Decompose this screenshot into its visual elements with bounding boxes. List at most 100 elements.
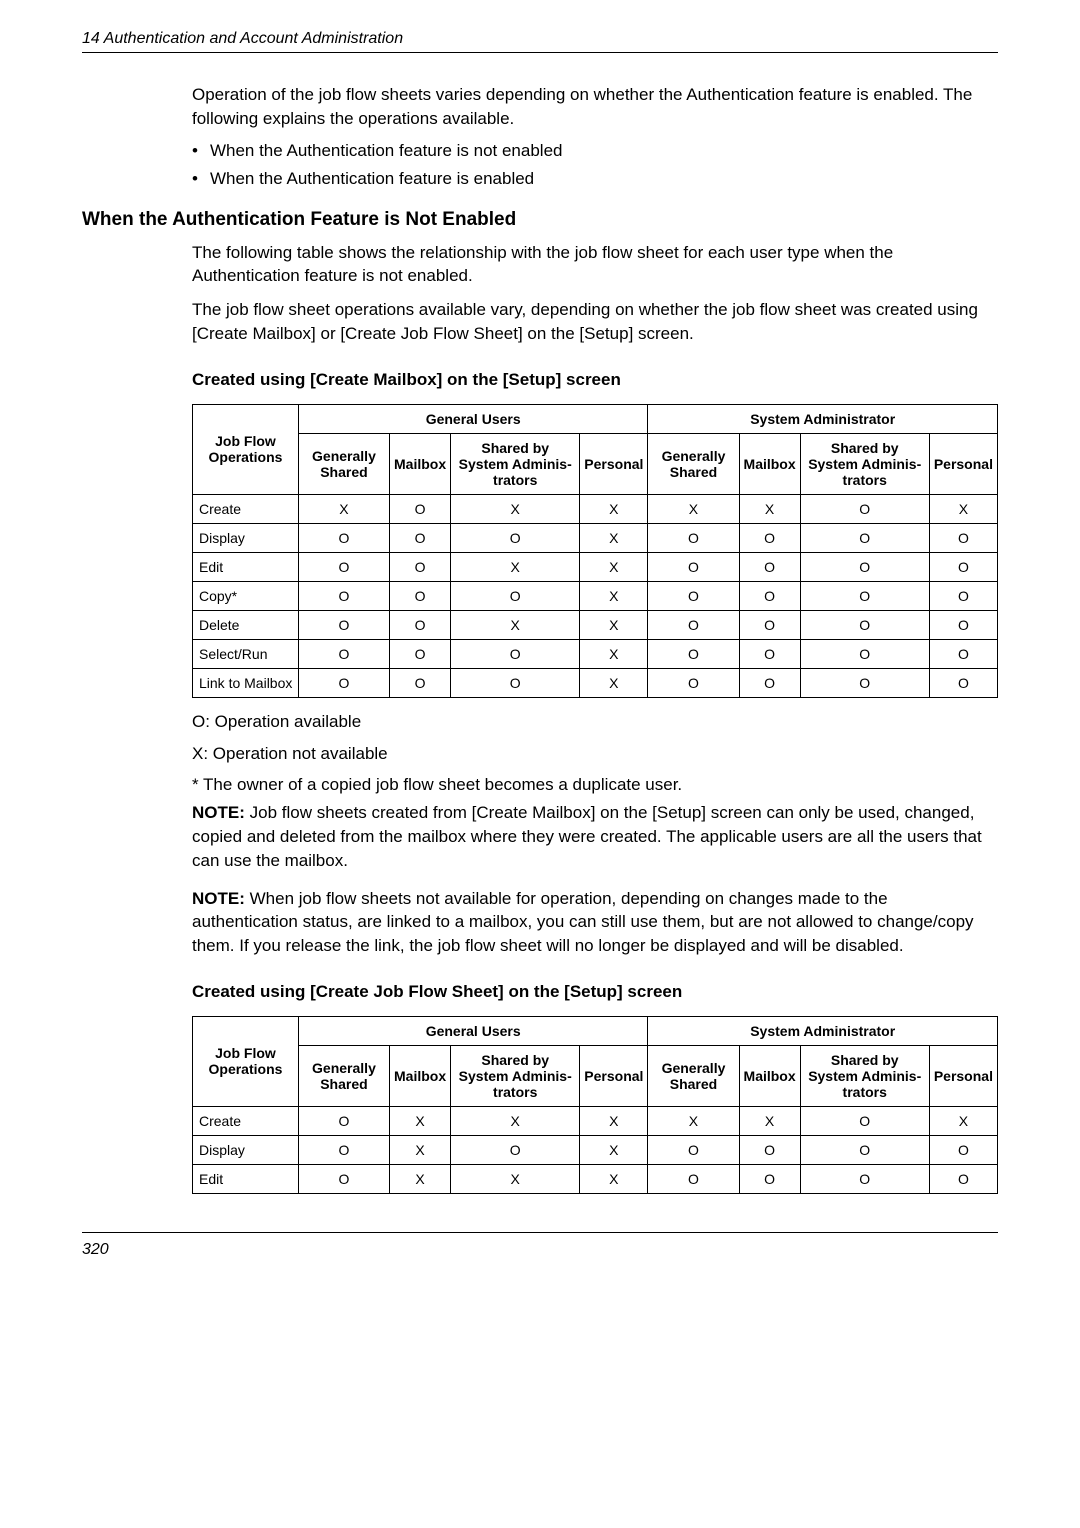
table-header: Generally Shared — [648, 433, 739, 494]
table-cell: O — [451, 581, 580, 610]
table-header: Personal — [580, 1045, 648, 1106]
page-number: 320 — [82, 1241, 109, 1258]
table-header: Generally Shared — [298, 1045, 389, 1106]
table-row: EditOXXXOOOO — [193, 1164, 998, 1193]
table-cell: O — [739, 552, 800, 581]
table-cell: O — [929, 523, 997, 552]
table-header: Shared by System Adminis-trators — [800, 1045, 929, 1106]
row-label: Select/Run — [193, 639, 299, 668]
row-label: Edit — [193, 1164, 299, 1193]
table-cell: X — [580, 552, 648, 581]
note-body: When job flow sheets not available for o… — [192, 889, 974, 956]
table-cell: X — [451, 610, 580, 639]
table-cell: X — [648, 1106, 739, 1135]
row-label: Create — [193, 1106, 299, 1135]
table-cell: X — [739, 1106, 800, 1135]
table-cell: O — [648, 552, 739, 581]
subsection-heading-create-mailbox: Created using [Create Mailbox] on the [S… — [192, 370, 998, 390]
table-cell: O — [298, 581, 389, 610]
table-row: DeleteOOXXOOOO — [193, 610, 998, 639]
table-create-job-flow-sheet: Job Flow Operations General Users System… — [192, 1016, 998, 1194]
legend-not-available: X: Operation not available — [192, 742, 998, 766]
table-header: Job Flow Operations — [193, 404, 299, 494]
row-label: Display — [193, 523, 299, 552]
table-cell: O — [298, 610, 389, 639]
table-cell: O — [390, 494, 451, 523]
table-cell: O — [390, 581, 451, 610]
row-label: Delete — [193, 610, 299, 639]
table-cell: O — [739, 581, 800, 610]
table-cell: O — [451, 639, 580, 668]
legend-footnote: * The owner of a copied job flow sheet b… — [192, 773, 998, 797]
table-cell: X — [648, 494, 739, 523]
table-header: System Administrator — [648, 404, 998, 433]
table-header: System Administrator — [648, 1016, 998, 1045]
table-header: Personal — [580, 433, 648, 494]
table-cell: X — [580, 639, 648, 668]
table-header: Shared by System Adminis-trators — [451, 433, 580, 494]
table-cell: O — [648, 523, 739, 552]
table-cell: O — [739, 1135, 800, 1164]
table-cell: X — [580, 523, 648, 552]
table-row: Copy*OOOXOOOO — [193, 581, 998, 610]
table-cell: O — [648, 639, 739, 668]
table-cell: O — [739, 523, 800, 552]
table-cell: O — [800, 1106, 929, 1135]
table-cell: O — [390, 552, 451, 581]
note-body: Job flow sheets created from [Create Mai… — [192, 803, 982, 870]
table-cell: X — [451, 494, 580, 523]
table-header: General Users — [298, 1016, 648, 1045]
table-cell: X — [739, 494, 800, 523]
table-header: Shared by System Adminis-trators — [800, 433, 929, 494]
table-cell: O — [800, 610, 929, 639]
table-cell: O — [929, 581, 997, 610]
table-cell: X — [451, 1164, 580, 1193]
table-cell: O — [648, 581, 739, 610]
table-cell: O — [298, 523, 389, 552]
intro-bullet-list: When the Authentication feature is not e… — [192, 141, 998, 189]
table-cell: O — [648, 1135, 739, 1164]
table-header: Personal — [929, 433, 997, 494]
table-cell: O — [739, 639, 800, 668]
table-row: CreateOXXXXXOX — [193, 1106, 998, 1135]
table-cell: O — [390, 668, 451, 697]
table-cell: O — [648, 668, 739, 697]
table-cell: X — [390, 1106, 451, 1135]
table-cell: X — [580, 610, 648, 639]
table-cell: X — [929, 1106, 997, 1135]
table-cell: O — [451, 668, 580, 697]
subsection-heading-create-job-flow-sheet: Created using [Create Job Flow Sheet] on… — [192, 982, 998, 1002]
table-cell: O — [390, 610, 451, 639]
table-row: DisplayOXOXOOOO — [193, 1135, 998, 1164]
table-cell: O — [298, 1106, 389, 1135]
section-heading-not-enabled: When the Authentication Feature is Not E… — [82, 209, 998, 231]
table-cell: O — [800, 668, 929, 697]
page-running-header: 14 Authentication and Account Administra… — [82, 30, 998, 48]
table-header: Generally Shared — [298, 433, 389, 494]
table-cell: X — [580, 1106, 648, 1135]
table-cell: X — [451, 552, 580, 581]
table-cell: O — [800, 1135, 929, 1164]
table-cell: X — [580, 1164, 648, 1193]
table-cell: O — [298, 639, 389, 668]
legend-available: O: Operation available — [192, 710, 998, 734]
table-header: Mailbox — [390, 1045, 451, 1106]
table-cell: O — [929, 668, 997, 697]
table-cell: O — [739, 1164, 800, 1193]
table-cell: X — [451, 1106, 580, 1135]
table-cell: O — [451, 1135, 580, 1164]
table-row: Select/RunOOOXOOOO — [193, 639, 998, 668]
note-text: NOTE: Job flow sheets created from [Crea… — [192, 801, 998, 872]
table-cell: X — [390, 1164, 451, 1193]
table-cell: X — [580, 1135, 648, 1164]
row-label: Link to Mailbox — [193, 668, 299, 697]
list-item: When the Authentication feature is enabl… — [192, 169, 998, 189]
table-cell: O — [929, 639, 997, 668]
note-text: NOTE: When job flow sheets not available… — [192, 887, 998, 958]
table-cell: O — [648, 610, 739, 639]
table-cell: O — [298, 552, 389, 581]
table-cell: O — [800, 523, 929, 552]
row-label: Edit — [193, 552, 299, 581]
header-rule — [82, 52, 998, 53]
table-row: Link to MailboxOOOXOOOO — [193, 668, 998, 697]
